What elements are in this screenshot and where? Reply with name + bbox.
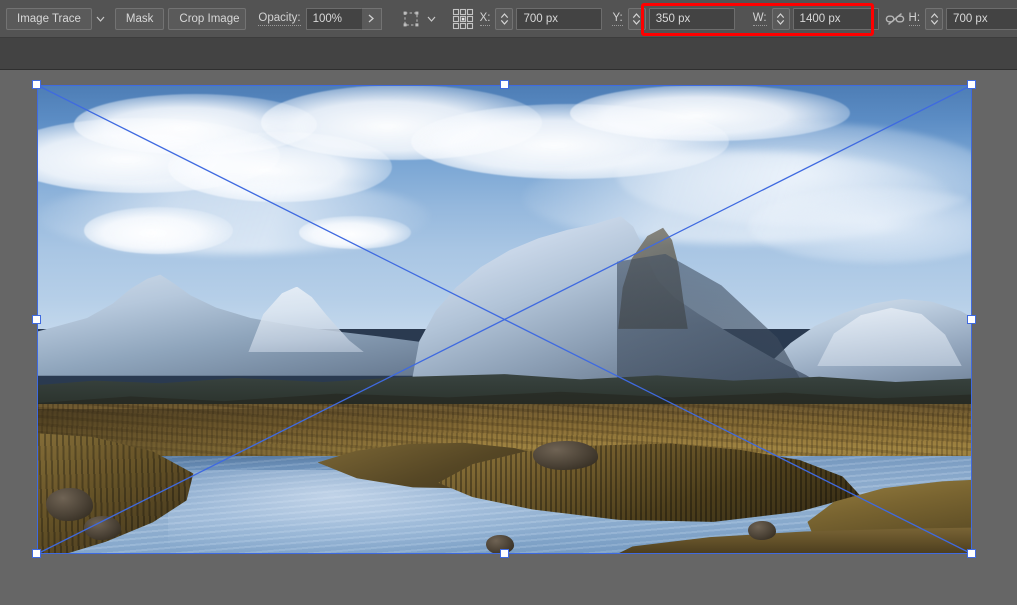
- opacity-group: Opacity: 100%: [258, 7, 382, 30]
- rock: [46, 488, 94, 522]
- broken-chain-link-icon[interactable]: [885, 6, 905, 32]
- reference-point-grid-icon[interactable]: [452, 6, 474, 32]
- opacity-input[interactable]: 100%: [305, 7, 362, 30]
- mask-button[interactable]: Mask: [114, 7, 165, 30]
- image-trace-button[interactable]: Image Trace: [6, 7, 92, 30]
- height-input[interactable]: 700 px: [946, 7, 1017, 30]
- y-position-group: Y: 350 px: [612, 7, 748, 30]
- opacity-label: Opacity:: [258, 12, 301, 26]
- transform-tool-group[interactable]: [398, 6, 446, 32]
- y-input[interactable]: 350 px: [648, 7, 735, 30]
- rock: [532, 441, 598, 470]
- width-input[interactable]: 1400 px: [792, 7, 879, 30]
- stepper-updown-icon[interactable]: [627, 7, 646, 30]
- height-group: H: 700 px: [908, 7, 1017, 30]
- cloud: [298, 216, 411, 250]
- control-bar: Image Trace Mask Crop Image Opacity: 100…: [0, 0, 1017, 38]
- x-input[interactable]: 700 px: [516, 7, 603, 30]
- cloud: [83, 206, 234, 254]
- placed-image-mountain-loch-landscape[interactable]: [37, 85, 972, 554]
- stepper-updown-icon[interactable]: [925, 7, 944, 30]
- chevron-down-icon[interactable]: [96, 8, 105, 30]
- stepper-updown-icon[interactable]: [495, 7, 514, 30]
- w-label: W:: [752, 12, 767, 26]
- rock: [83, 516, 122, 540]
- rock: [485, 535, 514, 554]
- chevron-down-icon[interactable]: [424, 8, 440, 30]
- width-group: W: 1400 px: [752, 7, 885, 30]
- x-position-group: X: 700 px: [479, 7, 613, 30]
- h-label: H:: [908, 12, 921, 26]
- chevron-right-icon[interactable]: [361, 7, 382, 30]
- y-label: Y:: [612, 12, 623, 26]
- crop-image-button[interactable]: Crop Image: [168, 7, 247, 30]
- stepper-updown-icon[interactable]: [771, 7, 790, 30]
- rock: [747, 521, 776, 540]
- bounding-box-icon[interactable]: [398, 6, 424, 32]
- x-label: X:: [479, 12, 491, 26]
- secondary-toolbar-strip: [0, 38, 1017, 70]
